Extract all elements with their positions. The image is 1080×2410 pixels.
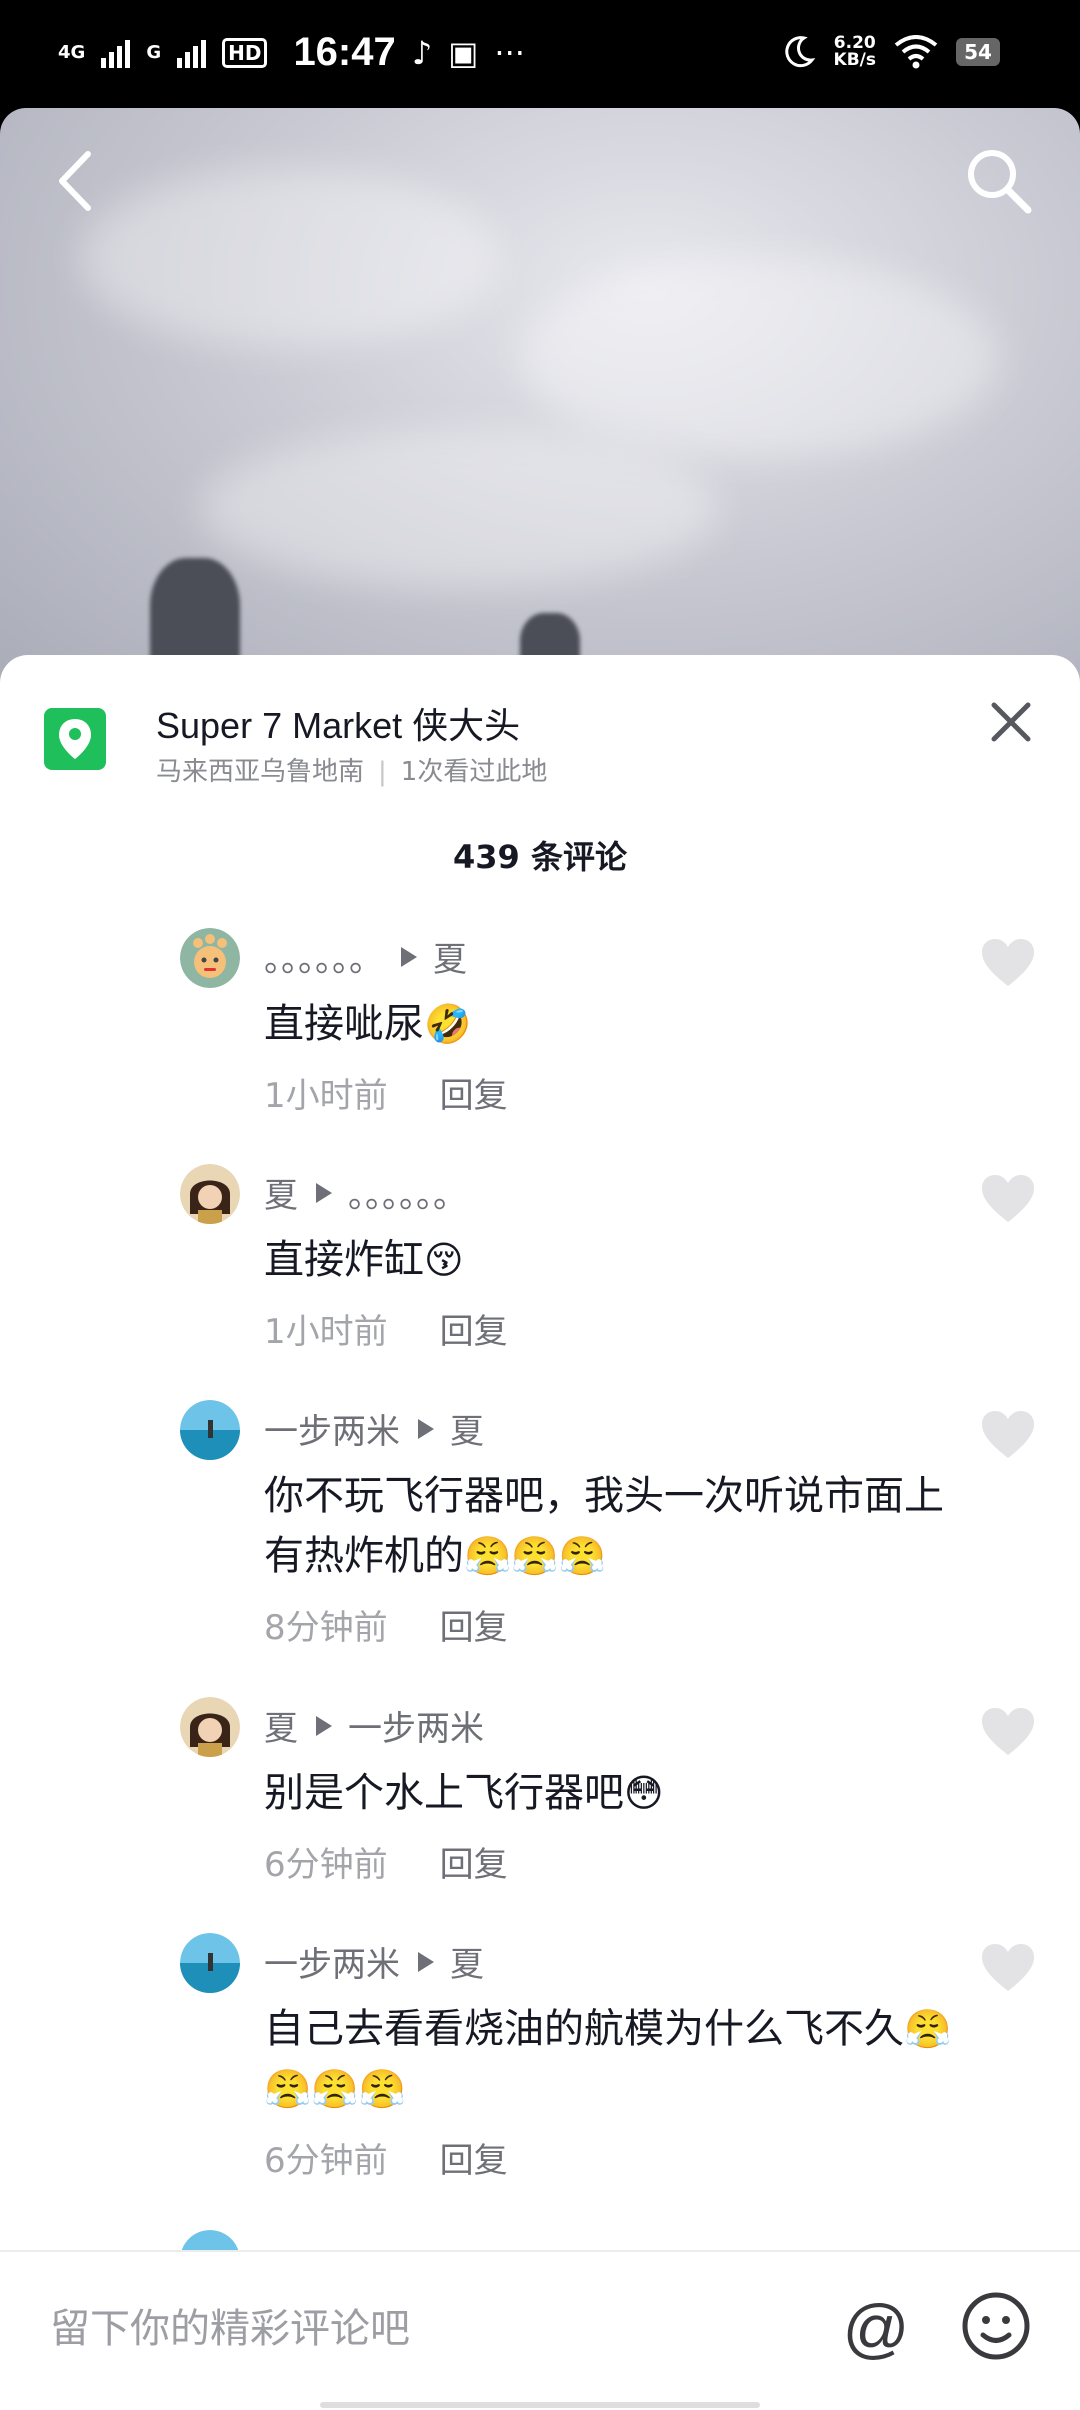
speed-unit: KB/s <box>833 50 876 70</box>
signal-label-1: 4G <box>58 41 86 63</box>
comment-item: 一步两米 夏 你不玩飞行器吧，我头一次听说市面上有热炸机的😤😤😤 8分钟前 回复 <box>0 1400 1080 1680</box>
location-pin-icon[interactable] <box>44 708 106 770</box>
comment-meta: 1小时前 回复 <box>264 1068 508 1117</box>
comment-author[interactable]: 夏 <box>264 1168 298 1217</box>
comment-meta: 6分钟前 回复 <box>264 2133 508 2182</box>
comment-item: 夏 一步两米 别是个水上飞行器吧😳 6分钟前 回复 <box>0 1697 1080 1917</box>
comment-input[interactable]: 留下你的精彩评论吧 <box>50 2296 410 2354</box>
signal-bars-icon <box>101 38 131 68</box>
location-subtitle: 马来西亚乌鲁地南 | 1次看过此地 <box>156 757 548 787</box>
signal-label-2: G <box>146 41 162 63</box>
comment-text: 别是个水上飞行器吧😳 <box>264 1763 964 1823</box>
reply-arrow-icon <box>418 1951 434 1972</box>
wifi-icon <box>894 35 938 69</box>
comment-usernames: 一步两米 夏 <box>264 1937 484 1986</box>
reply-button[interactable]: 回复 <box>440 1845 508 1885</box>
reply-button[interactable]: 回复 <box>440 1076 508 1116</box>
network-speed: 6.20 KB/s <box>834 35 876 69</box>
avatar[interactable] <box>180 928 240 988</box>
reply-button[interactable]: 回复 <box>440 1608 508 1648</box>
comment-input-bar: 留下你的精彩评论吧 @ <box>0 2250 1080 2410</box>
status-bar: 4G G HD 16:47 ♪ ▣ ··· 6.20 KB/s 54 <box>0 0 1080 108</box>
comment-emoji: 😳 <box>624 1771 664 1815</box>
heart-icon[interactable] <box>980 1410 1036 1460</box>
comment-meta: 1小时前 回复 <box>264 1304 508 1353</box>
comments-sheet: Super 7 Market 侠大头 马来西亚乌鲁地南 | 1次看过此地 439 条… <box>0 655 1080 2408</box>
signal-bars-icon-2 <box>177 38 207 68</box>
comment-usernames: 夏 。。。。。。 <box>264 1168 467 1217</box>
close-icon[interactable] <box>980 691 1042 753</box>
comment-usernames: 一步两米 夏 <box>264 1404 484 1453</box>
app-notification-icon: ▣ <box>448 33 479 72</box>
reply-button[interactable]: 回复 <box>440 2141 508 2181</box>
location-region: 马来西亚乌鲁地南 <box>156 757 365 787</box>
comment-usernames: 夏 一步两米 <box>264 1701 484 1750</box>
comment-emoji: 😤😤😤 <box>464 1534 606 1578</box>
comment-author[interactable]: 一步两米 <box>264 1937 400 1986</box>
hd-icon: HD <box>222 37 268 68</box>
comment-emoji: 🤣 <box>424 1002 472 1046</box>
comment-item: 夏 。。。。。。 直接炸缸😚 1小时前 回复 <box>0 1164 1080 1384</box>
comment-meta: 6分钟前 回复 <box>264 1837 508 1886</box>
avatar[interactable] <box>180 1697 240 1757</box>
heart-icon[interactable] <box>980 938 1036 988</box>
comment-usernames: 。。。。。。 夏 <box>264 932 467 981</box>
comment-text: 直接炸缸😚 <box>264 1230 964 1290</box>
comment-author[interactable]: 夏 <box>264 1701 298 1750</box>
comment-time: 6分钟前 <box>264 2141 388 2181</box>
comment-author[interactable]: 。。。。。。 <box>264 932 383 981</box>
comment-item: 。。。。。。 夏 直接呲尿🤣 1小时前 回复 <box>0 928 1080 1148</box>
comment-body: 自己去看看烧油的航模为什么飞不久 <box>264 2006 904 2052</box>
emoji-icon[interactable] <box>960 2290 1032 2362</box>
mention-button[interactable]: @ <box>840 2292 912 2364</box>
comment-body: 直接炸缸 <box>264 1237 424 1283</box>
comment-emoji: 😚 <box>424 1238 464 1282</box>
comment-reply-to[interactable]: 夏 <box>450 1404 484 1453</box>
heart-icon[interactable] <box>980 1943 1036 1993</box>
comment-body: 别是个水上飞行器吧 <box>264 1770 624 1816</box>
comment-text: 你不玩飞行器吧，我头一次听说市面上有热炸机的😤😤😤 <box>264 1466 964 1586</box>
more-notifications: ··· <box>494 33 525 72</box>
comment-time: 6分钟前 <box>264 1845 388 1885</box>
comment-text: 自己去看看烧油的航模为什么飞不久😤😤😤😤 <box>264 1999 964 2119</box>
reply-arrow-icon <box>316 1182 332 1203</box>
heart-icon[interactable] <box>980 1707 1036 1757</box>
avatar[interactable] <box>180 1400 240 1460</box>
comment-reply-to[interactable]: 夏 <box>450 1937 484 1986</box>
avatar[interactable] <box>180 1933 240 1993</box>
reply-arrow-icon <box>401 946 417 967</box>
reply-button[interactable]: 回复 <box>440 1312 508 1352</box>
search-icon[interactable] <box>962 144 1034 216</box>
comment-reply-to[interactable]: 。。。。。。 <box>348 1168 467 1217</box>
comment-time: 1小时前 <box>264 1076 388 1116</box>
home-indicator <box>320 2402 760 2408</box>
moon-icon <box>784 36 815 68</box>
reply-arrow-icon <box>418 1418 434 1439</box>
comment-count: 439 条评论 <box>453 838 627 876</box>
comment-reply-to[interactable]: 一步两米 <box>348 1701 484 1750</box>
comment-reply-to[interactable]: 夏 <box>433 932 467 981</box>
tiktok-icon: ♪ <box>411 33 433 72</box>
heart-icon[interactable] <box>980 1174 1036 1224</box>
clock: 16:47 <box>293 30 396 74</box>
comment-time: 1小时前 <box>264 1312 388 1352</box>
comment-text: 直接呲尿🤣 <box>264 994 964 1054</box>
reply-arrow-icon <box>316 1715 332 1736</box>
location-views: 1次看过此地 <box>400 757 548 787</box>
comment-item: 一步两米 夏 自己去看看烧油的航模为什么飞不久😤😤😤😤 6分钟前 回复 <box>0 1933 1080 2213</box>
avatar[interactable] <box>180 1164 240 1224</box>
comment-meta: 8分钟前 回复 <box>264 1600 508 1649</box>
comment-author[interactable]: 一步两米 <box>264 1404 400 1453</box>
comment-time: 8分钟前 <box>264 1608 388 1648</box>
location-title[interactable]: Super 7 Market 侠大头 <box>156 697 520 749</box>
comment-body: 直接呲尿 <box>264 1001 424 1047</box>
video-background <box>0 108 1080 708</box>
back-icon[interactable] <box>48 146 108 216</box>
battery-indicator: 54 <box>956 38 1000 66</box>
